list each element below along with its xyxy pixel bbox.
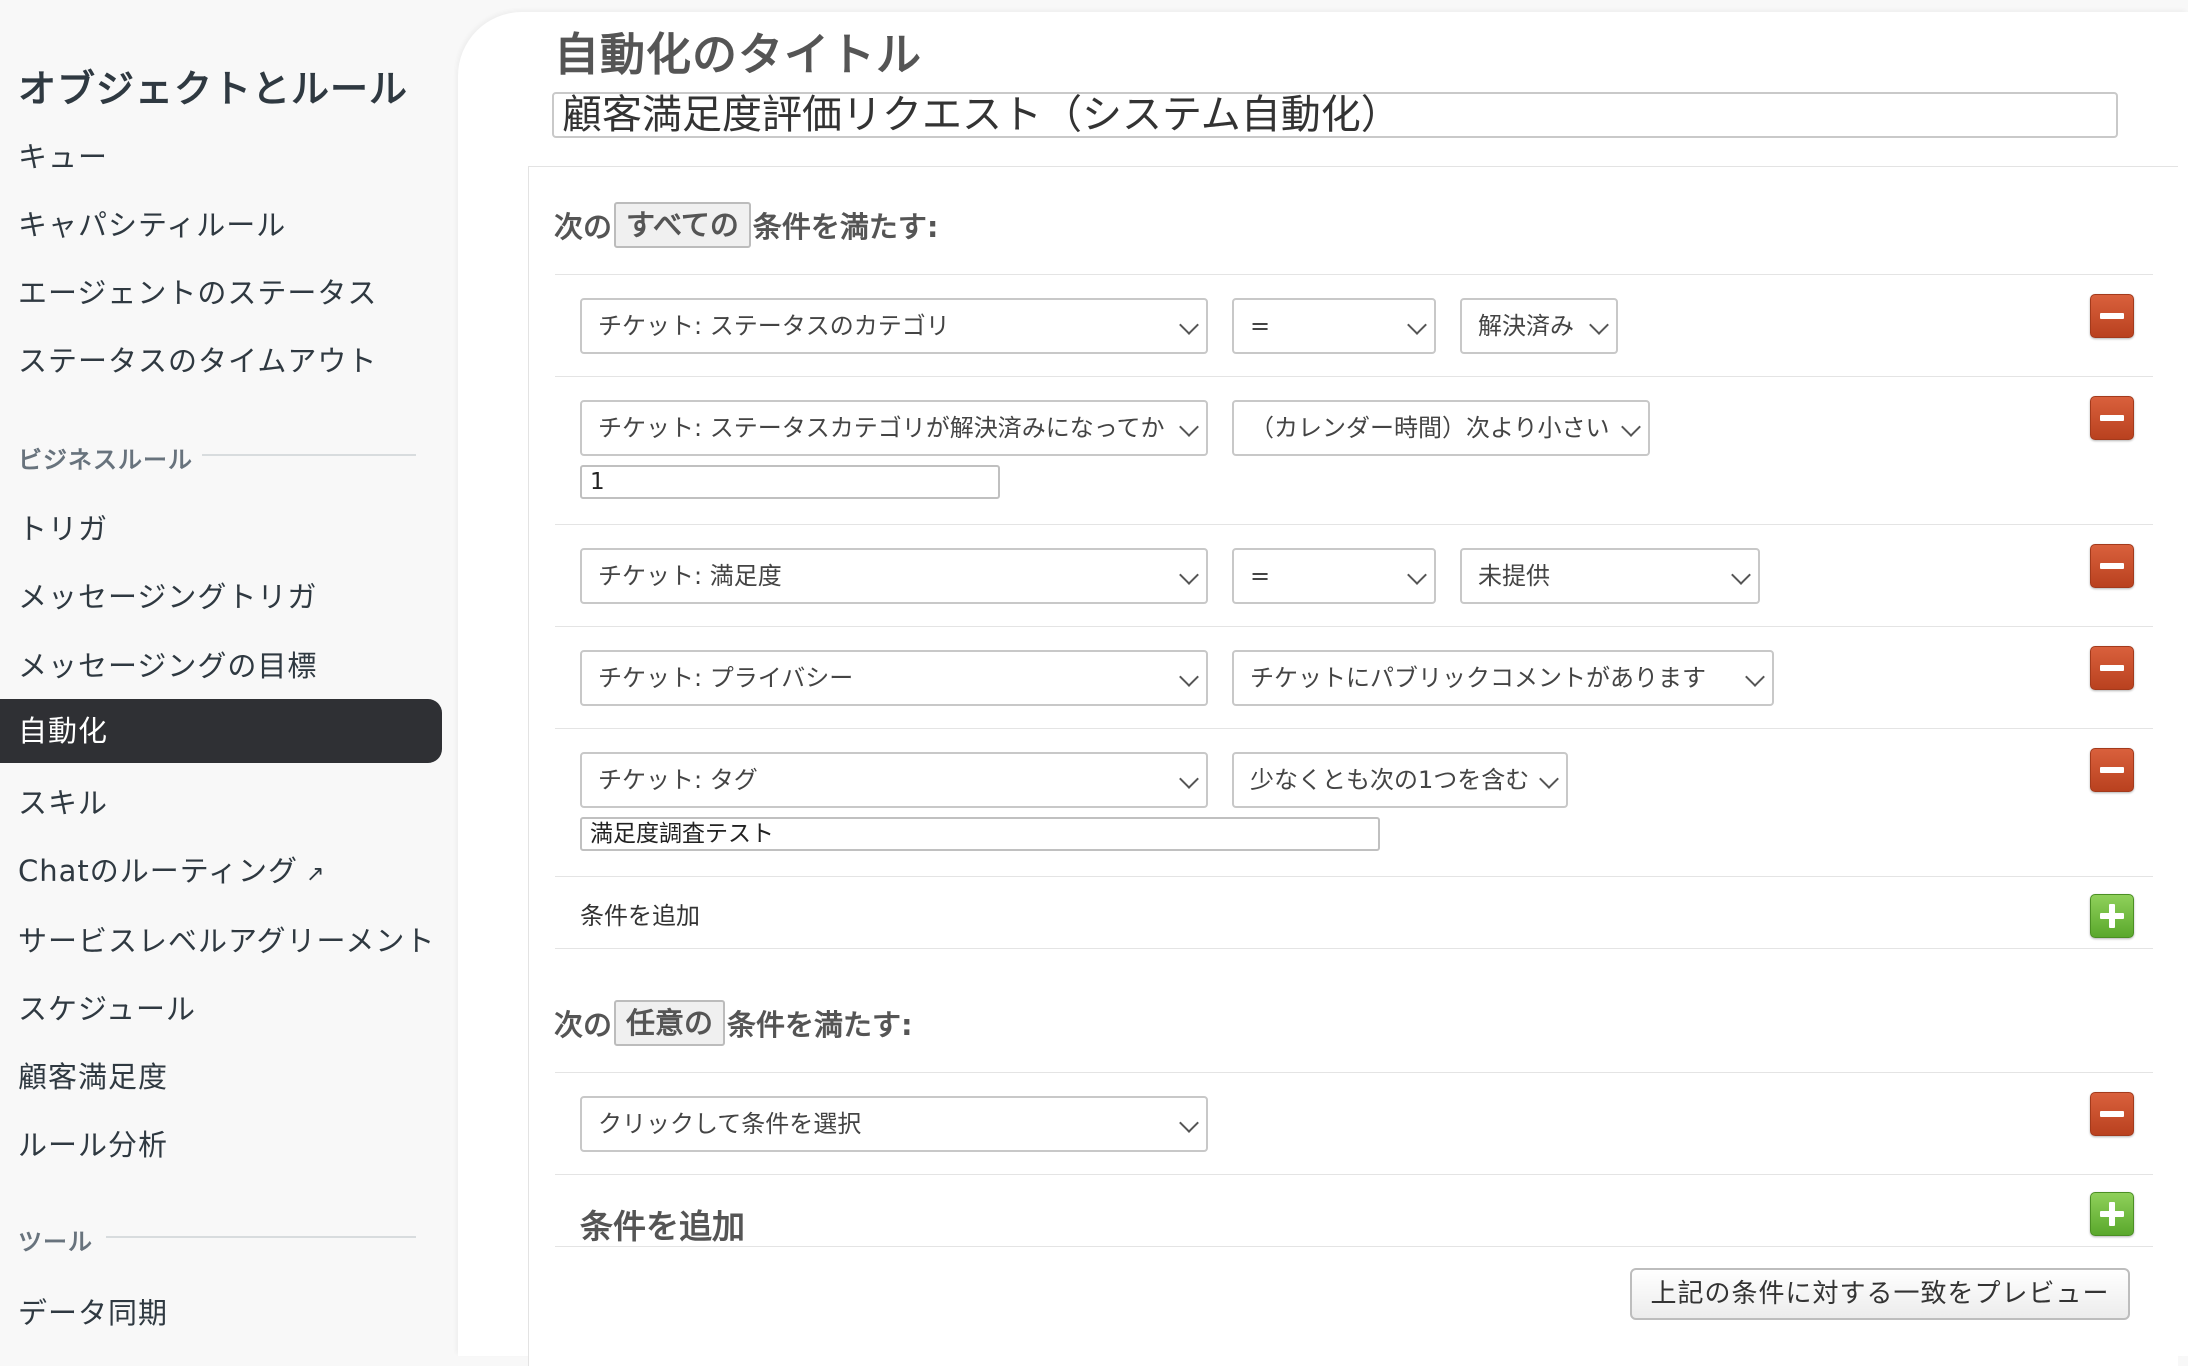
condition-operator-select[interactable]: = [1232,548,1436,604]
condition-operator-select[interactable]: 少なくとも次の1つを含む [1232,752,1568,808]
row-divider [555,948,2153,949]
automation-title-label: 自動化のタイトル [554,28,923,81]
condition-operator-select[interactable]: チケットにパブリックコメントがあります [1232,650,1774,706]
condition-field-select[interactable]: チケット: タグ [580,752,1208,808]
row-divider [555,1072,2153,1073]
select-value: クリックして条件を選択 [598,1110,862,1138]
chevron-down-icon [1407,315,1427,335]
remove-condition-button[interactable] [2090,396,2134,440]
sidebar-item-messaging-triggers[interactable]: メッセージングトリガ [18,574,317,616]
remove-condition-button[interactable] [2090,748,2134,792]
external-link-icon: ↗ [306,862,326,887]
select-value: 解決済み [1478,312,1574,340]
remove-condition-button[interactable] [2090,544,2134,588]
section-divider [202,454,416,456]
match-any-selector[interactable]: 任意の [614,1000,726,1046]
select-value: チケット: ステータスカテゴリが解決済みになってか [598,414,1165,442]
sidebar-item-skills[interactable]: スキル [18,780,108,822]
row-divider [555,1174,2153,1175]
header-suffix: 条件を満たす: [752,210,939,244]
chevron-down-icon [1539,769,1559,789]
row-divider [555,274,2153,275]
sidebar-item-automations[interactable]: 自動化 [0,699,442,763]
select-value: = [1250,312,1271,340]
row-divider [555,524,2153,525]
select-value: 未提供 [1478,562,1550,590]
row-divider [555,728,2153,729]
sidebar: オブジェクトとルール キュー キャパシティルール エージェントのステータス ステ… [0,0,458,1356]
select-value: 少なくとも次の1つを含む [1250,766,1530,794]
condition-field-select[interactable]: チケット: 満足度 [580,548,1208,604]
header-prefix: 次の [554,210,613,244]
condition-operator-select[interactable]: （カレンダー時間）次より小さい [1232,400,1650,456]
condition-field-select[interactable]: チケット: プライバシー [580,650,1208,706]
sidebar-item-agent-statuses[interactable]: エージェントのステータス [18,270,377,312]
remove-condition-button[interactable] [2090,646,2134,690]
condition-value-input[interactable]: 1 [580,465,1000,499]
all-conditions-header: 次の すべての 条件を満たす: [554,202,938,248]
sidebar-item-queues[interactable]: キュー [18,134,108,176]
sidebar-item-label: Chatのルーティング [18,854,299,888]
select-value: チケット: 満足度 [598,562,782,590]
chevron-down-icon [1179,315,1199,335]
select-value: チケット: ステータスのカテゴリ [598,312,950,340]
select-value: （カレンダー時間）次より小さい [1250,414,1610,442]
select-value: = [1250,562,1271,590]
sidebar-item-chat-routing[interactable]: Chatのルーティング ↗ [18,848,325,890]
sidebar-item-schedules[interactable]: スケジュール [18,986,196,1028]
header-prefix: 次の [554,1008,613,1042]
add-condition-label: 条件を追加 [580,902,700,930]
sidebar-item-status-timeouts[interactable]: ステータスのタイムアウト [18,338,377,380]
any-conditions-header: 次の 任意の 条件を満たす: [554,1000,913,1046]
condition-value-select[interactable]: 解決済み [1460,298,1618,354]
select-value: チケットにパブリックコメントがあります [1250,664,1706,692]
select-value: チケット: プライバシー [598,664,854,692]
chevron-down-icon [1589,315,1609,335]
tag-input[interactable]: 満足度調査テスト [580,817,1380,851]
add-condition-label: 条件を追加 [580,1207,745,1246]
remove-condition-button[interactable] [2090,294,2134,338]
match-all-selector[interactable]: すべての [614,202,751,248]
remove-condition-button[interactable] [2090,1092,2134,1136]
chevron-down-icon [1407,565,1427,585]
sidebar-item-sla[interactable]: サービスレベルアグリーメント [18,918,435,960]
condition-field-select[interactable]: チケット: ステータスのカテゴリ [580,298,1208,354]
add-condition-button[interactable] [2090,894,2134,938]
header-suffix: 条件を満たす: [727,1008,913,1042]
condition-value-select[interactable]: 未提供 [1460,548,1760,604]
row-divider [555,1246,2153,1247]
sidebar-item-triggers[interactable]: トリガ [18,506,108,548]
condition-field-select[interactable]: クリックして条件を選択 [580,1096,1208,1152]
chevron-down-icon [1179,565,1199,585]
chevron-down-icon [1179,769,1199,789]
condition-field-select[interactable]: チケット: ステータスカテゴリが解決済みになってか [580,400,1208,456]
add-condition-button[interactable] [2090,1192,2134,1236]
chevron-down-icon [1179,417,1199,437]
sidebar-item-rule-analysis[interactable]: ルール分析 [18,1122,168,1164]
section-divider [106,1236,416,1238]
sidebar-item-messaging-goals[interactable]: メッセージングの目標 [18,643,317,685]
automation-title-input[interactable]: 顧客満足度評価リクエスト（システム自動化） [552,92,2118,138]
preview-matches-button[interactable]: 上記の条件に対する一致をプレビュー [1630,1268,2130,1320]
chevron-down-icon [1731,565,1751,585]
chevron-down-icon [1745,667,1765,687]
row-divider [555,376,2153,377]
condition-operator-select[interactable]: = [1232,298,1436,354]
row-divider [555,626,2153,627]
sidebar-title: オブジェクトとルール [18,67,409,111]
sidebar-item-data-sync[interactable]: データ同期 [18,1290,168,1332]
sidebar-section-business-rules: ビジネスルール [18,446,193,474]
chevron-down-icon [1179,667,1199,687]
sidebar-item-capacity-rules[interactable]: キャパシティルール [18,202,286,244]
row-divider [555,876,2153,877]
chevron-down-icon [1621,417,1641,437]
chevron-down-icon [1179,1113,1199,1133]
sidebar-item-satisfaction[interactable]: 顧客満足度 [18,1054,168,1096]
select-value: チケット: タグ [598,766,758,794]
sidebar-section-tools: ツール [18,1228,93,1256]
